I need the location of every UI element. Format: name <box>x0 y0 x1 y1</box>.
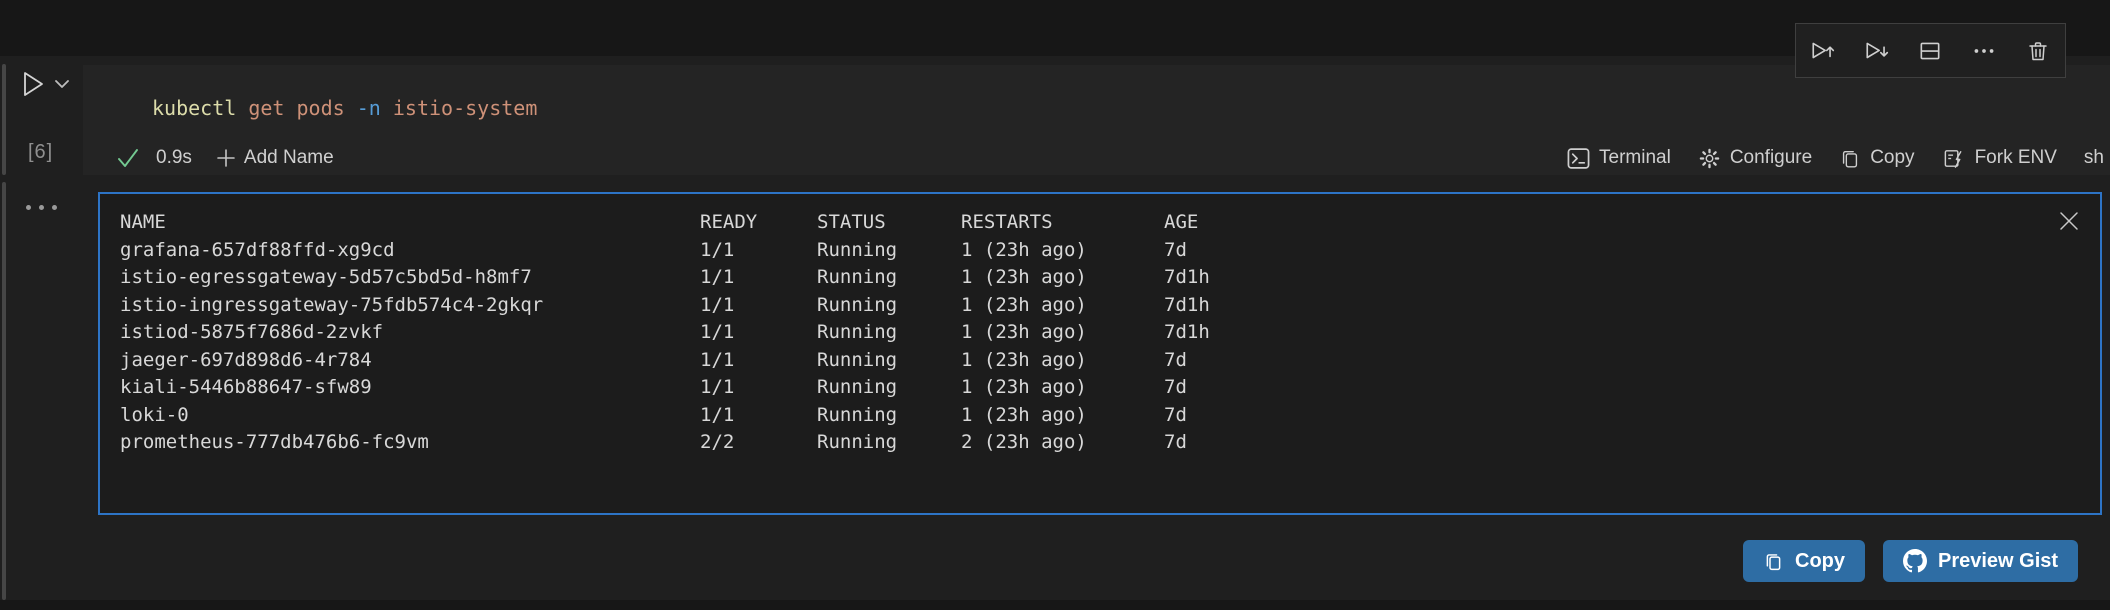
execution-duration: 0.9s <box>156 147 192 168</box>
gear-icon <box>1698 147 1721 170</box>
copy-cell-label: Copy <box>1870 147 1915 168</box>
play-icon <box>20 70 46 98</box>
plus-icon <box>216 148 236 168</box>
configure-label: Configure <box>1729 147 1813 168</box>
split-cell-icon[interactable] <box>1913 34 1947 68</box>
execution-count: [6] <box>28 141 54 163</box>
terminal-icon <box>1567 147 1590 170</box>
output-footer: Copy Preview Gist <box>1743 540 2079 582</box>
command-editor[interactable]: kubectl get pods -n istio-system <box>152 96 537 120</box>
cell-toolbar <box>1795 23 2066 78</box>
execute-above-icon[interactable] <box>1806 34 1840 68</box>
copy-output-button[interactable]: Copy <box>1743 540 1865 582</box>
copy-output-label: Copy <box>1795 549 1845 572</box>
fork-env-button[interactable]: Fork ENV <box>1942 147 2057 170</box>
fork-env-label: Fork ENV <box>1974 147 2057 168</box>
copy-cell-button[interactable]: Copy <box>1839 147 1915 170</box>
add-name-label: Add Name <box>243 147 334 168</box>
execute-below-icon[interactable] <box>1860 34 1894 68</box>
bottom-background-strip <box>0 600 2110 610</box>
run-cell-button[interactable] <box>20 70 69 98</box>
preview-gist-label: Preview Gist <box>1938 549 2059 572</box>
preview-gist-button[interactable]: Preview Gist <box>1883 540 2079 582</box>
top-background-strip <box>0 0 2110 56</box>
copy-icon <box>1763 550 1784 573</box>
language-selector[interactable]: sh <box>2084 147 2104 169</box>
terminal-button[interactable]: Terminal <box>1567 147 1671 170</box>
copy-icon <box>1839 147 1861 170</box>
notebook-cell-view: [6] kubectl get pods -n istio-system 0.9… <box>0 0 2110 610</box>
success-check-icon <box>116 147 140 169</box>
cell-status-bar: 0.9s Add Name Terminal Configure Copy Fo… <box>83 141 2110 175</box>
fork-env-icon <box>1942 147 1966 170</box>
cell-focus-bar <box>2 64 6 175</box>
ellipsis-icon[interactable] <box>1967 34 2001 68</box>
chevron-down-icon[interactable] <box>55 79 69 89</box>
code-cell: kubectl get pods -n istio-system 0.9s Ad… <box>83 65 2110 175</box>
close-output-icon[interactable] <box>2056 208 2082 234</box>
github-icon <box>1903 549 1927 573</box>
trash-icon[interactable] <box>2021 34 2055 68</box>
terminal-label: Terminal <box>1599 147 1671 168</box>
output-focus-bar <box>2 182 6 600</box>
cell-output-panel: NAME READY STATUS RESTARTS AGE grafana-657df8… <box>98 192 2102 515</box>
add-name-button[interactable]: Add Name <box>216 147 334 169</box>
more-actions-icon[interactable] <box>26 205 57 210</box>
configure-button[interactable]: Configure <box>1698 147 1812 170</box>
